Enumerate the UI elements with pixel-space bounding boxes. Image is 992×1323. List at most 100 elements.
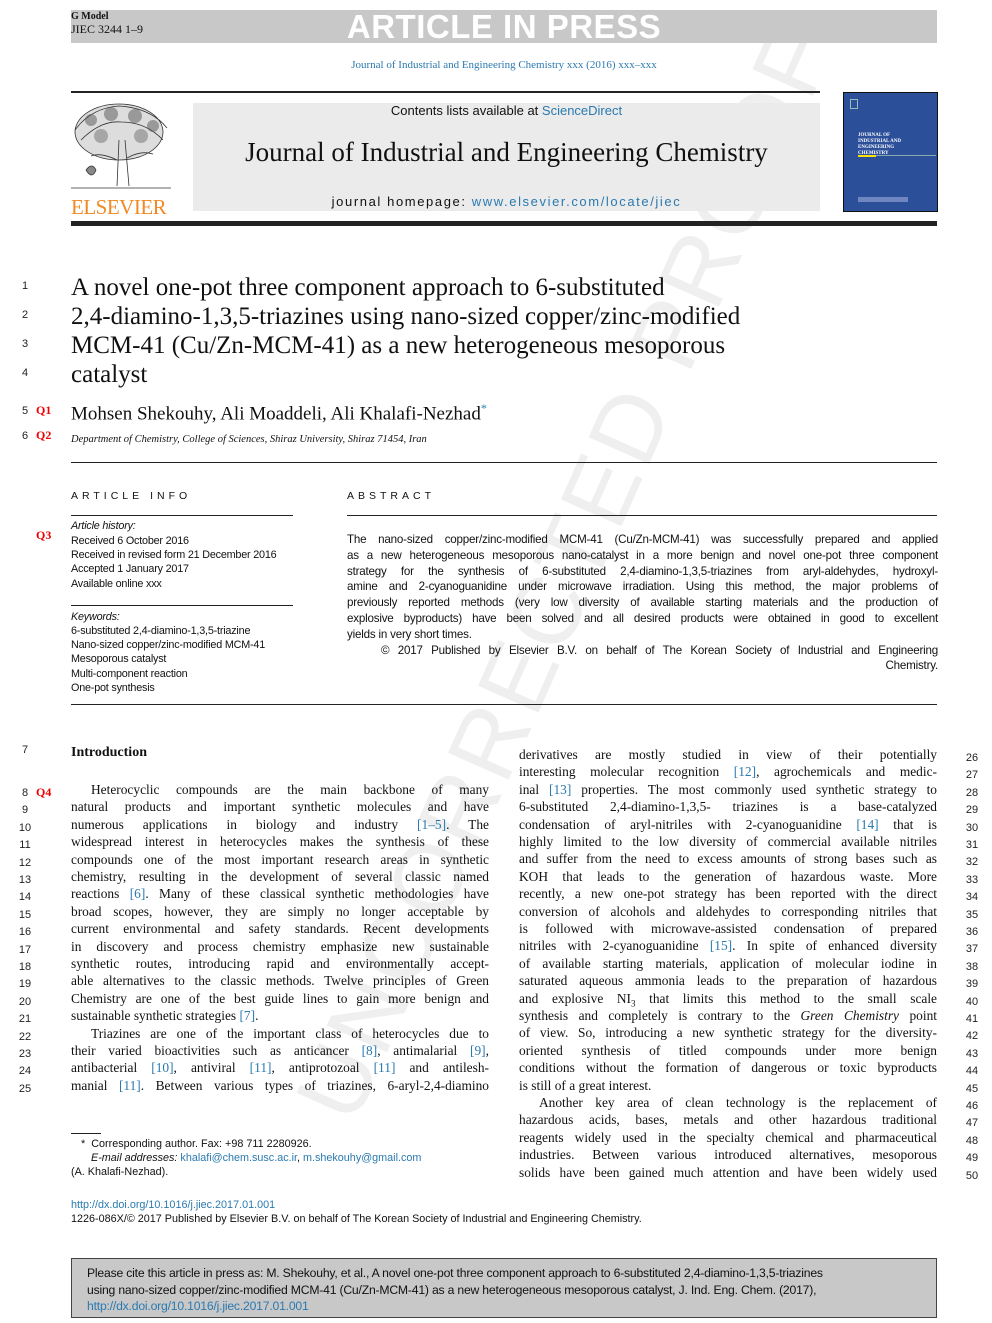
- text-run: current environmental and safety standar…: [71, 921, 489, 937]
- text-run: compounds one of the most important rese…: [71, 851, 489, 867]
- text-run: . The: [446, 816, 489, 832]
- abstract-line: previously reported methods (very low di…: [347, 596, 938, 610]
- journal-citation[interactable]: Journal of Industrial and Engineering Ch…: [71, 59, 937, 71]
- text-run: of view. So, introducing a new synthetic…: [519, 1025, 937, 1041]
- text-run: Triazines are one of the important class…: [91, 1025, 489, 1041]
- citation-link[interactable]: [1–5]: [417, 817, 446, 832]
- line-number: 33: [965, 873, 979, 886]
- cite-this-article-box: Please cite this article in press as: M.…: [71, 1258, 937, 1318]
- text-run: inal: [519, 781, 549, 797]
- citation-link[interactable]: [12]: [734, 764, 756, 779]
- masthead-box: Contents lists available at ScienceDirec…: [193, 103, 820, 211]
- text-run: sustainable synthetic strategies: [71, 1008, 240, 1024]
- keyword: One-pot synthesis: [71, 681, 155, 694]
- citation-link[interactable]: [6]: [130, 886, 146, 901]
- abstract-line: © 2017 Published by Elsevier B.V. on beh…: [381, 643, 938, 657]
- text-run: .: [255, 1008, 259, 1024]
- sciencedirect-link[interactable]: ScienceDirect: [542, 103, 622, 118]
- citation-link[interactable]: [13]: [549, 782, 571, 797]
- line-number: 1: [21, 280, 29, 292]
- text-run: properties. The most commonly used synth…: [571, 781, 937, 797]
- citation-link[interactable]: [14]: [856, 817, 878, 832]
- line-number: 28: [965, 786, 979, 799]
- line-number: 45: [965, 1082, 979, 1095]
- line-number: 50: [965, 1169, 979, 1182]
- query-marker[interactable]: Q4: [36, 785, 51, 800]
- footnote-author-name: (A. Khalafi-Nezhad).: [71, 1166, 169, 1178]
- author-list[interactable]: Mohsen Shekouhy, Ali Moaddeli, Ali Khala…: [71, 403, 481, 424]
- journal-homepage-link[interactable]: www.elsevier.com/locate/jiec: [472, 194, 682, 209]
- body-text-line: oriented synthesis of titled compounds u…: [519, 1042, 937, 1059]
- text-run: derivatives are mostly studied in view o…: [519, 747, 937, 762]
- text-run: manial: [71, 1077, 119, 1093]
- line-number: 3: [21, 338, 29, 350]
- body-text-line: hazardous acids, bases, metals and other…: [519, 1111, 937, 1128]
- text-run: is still of a great interest.: [519, 1077, 652, 1093]
- body-text-line: KOH that leads to the generation of haza…: [519, 868, 937, 885]
- abstract-line: Chemistry.: [885, 659, 938, 673]
- email-link[interactable]: khalafi@chem.susc.ac.ir: [180, 1152, 297, 1164]
- banner-text: ARTICLE IN PRESS: [346, 8, 662, 45]
- text-run: . Between various types of triazines, 6-…: [140, 1077, 489, 1093]
- email-label: E-mail addresses:: [91, 1152, 181, 1164]
- text-run: in discovery and process chemistry empha…: [71, 938, 489, 954]
- body-text-line: in discovery and process chemistry empha…: [71, 938, 489, 955]
- line-number: 10: [18, 821, 32, 834]
- body-text-line: inal [13] properties. The most commonly …: [519, 781, 937, 798]
- cover-yellow-bar: [858, 155, 876, 157]
- body-text-line: and suffer from the need to excess amoun…: [519, 850, 937, 867]
- text-run: antibacterial: [71, 1060, 152, 1076]
- citation-link[interactable]: [10]: [151, 1060, 173, 1075]
- line-number: 20: [18, 995, 32, 1008]
- query-marker[interactable]: Q1: [36, 403, 51, 418]
- text-run: Another key area of clean technology is …: [539, 1095, 937, 1110]
- footnote-mark: *: [81, 1138, 86, 1150]
- text-run: synthetic routes, introducing rapid and …: [71, 956, 489, 971]
- text-run: conversion of alcohols and aldehydes to …: [519, 903, 937, 919]
- citation-link[interactable]: [11]: [250, 1060, 272, 1075]
- text-run: chemistry, resulting in the development …: [71, 869, 489, 884]
- citation-link[interactable]: [11]: [374, 1060, 396, 1075]
- citation-link[interactable]: [8]: [362, 1043, 378, 1058]
- history-item: Received 6 October 2016: [71, 535, 189, 547]
- journal-title: Journal of Industrial and Engineering Ch…: [245, 137, 768, 167]
- body-text-line: derivatives are mostly studied in view o…: [519, 746, 937, 763]
- query-marker[interactable]: Q2: [36, 428, 51, 443]
- line-number: 21: [18, 1013, 32, 1026]
- citation-link[interactable]: [11]: [119, 1078, 141, 1093]
- email-link[interactable]: m.shekouhy@gmail.com: [303, 1152, 421, 1164]
- line-number: 7: [21, 744, 29, 756]
- doi-link[interactable]: http://dx.doi.org/10.1016/j.jiec.2017.01…: [71, 1198, 275, 1212]
- masthead-bottom-rule: [71, 221, 937, 226]
- body-text-line: is still of a great interest.: [519, 1077, 937, 1094]
- journal-cover-thumbnail[interactable]: Journal of Industrial and Engineering Ch…: [843, 92, 938, 212]
- body-text-line: nitriles with 2-cyanoguanidine [15]. In …: [519, 937, 937, 954]
- line-number: 48: [965, 1134, 979, 1147]
- history-item: Accepted 1 January 2017: [71, 563, 189, 576]
- body-text-line: conditions without the formation of dang…: [519, 1059, 937, 1076]
- keyword: Nano-sized copper/zinc-modified MCM-41: [71, 639, 266, 652]
- line-number: 43: [965, 1047, 979, 1060]
- citation-link[interactable]: [15]: [710, 938, 732, 953]
- elsevier-logo[interactable]: ELSEVIER: [71, 100, 171, 219]
- footnote-emails: E-mail addresses: khalafi@chem.susc.ac.i…: [91, 1151, 421, 1165]
- citation-link[interactable]: [7]: [239, 1008, 255, 1023]
- line-number: 26: [965, 752, 979, 764]
- text-run: conditions without the formation of dang…: [519, 1060, 937, 1076]
- corresponding-mark[interactable]: *: [481, 401, 487, 415]
- cover-rule: [876, 155, 936, 156]
- body-text-line: recently, a new one-pot strategy has bee…: [519, 885, 937, 902]
- body-text-line: Heterocyclic compounds are the main back…: [71, 781, 489, 798]
- body-text-line: interesting molecular recognition [12], …: [519, 763, 937, 780]
- cite-doi-link[interactable]: http://dx.doi.org/10.1016/j.jiec.2017.01…: [87, 1298, 921, 1315]
- body-text-line: 6-substituted 2,4-diamino-1,3,5- triazin…: [519, 798, 937, 815]
- line-number: 15: [18, 908, 32, 921]
- line-number: 42: [965, 1030, 979, 1043]
- query-marker[interactable]: Q3: [36, 528, 51, 543]
- line-number: 40: [965, 995, 979, 1008]
- citation-link[interactable]: [9]: [470, 1043, 486, 1058]
- cite-line: using nano-sized copper/zinc-modified MC…: [87, 1282, 817, 1297]
- text-run: industries. Between various introduced a…: [519, 1147, 937, 1163]
- abstract-line: The nano-sized copper/zinc-modified MCM-…: [347, 533, 938, 546]
- title-line: catalyst: [71, 361, 148, 388]
